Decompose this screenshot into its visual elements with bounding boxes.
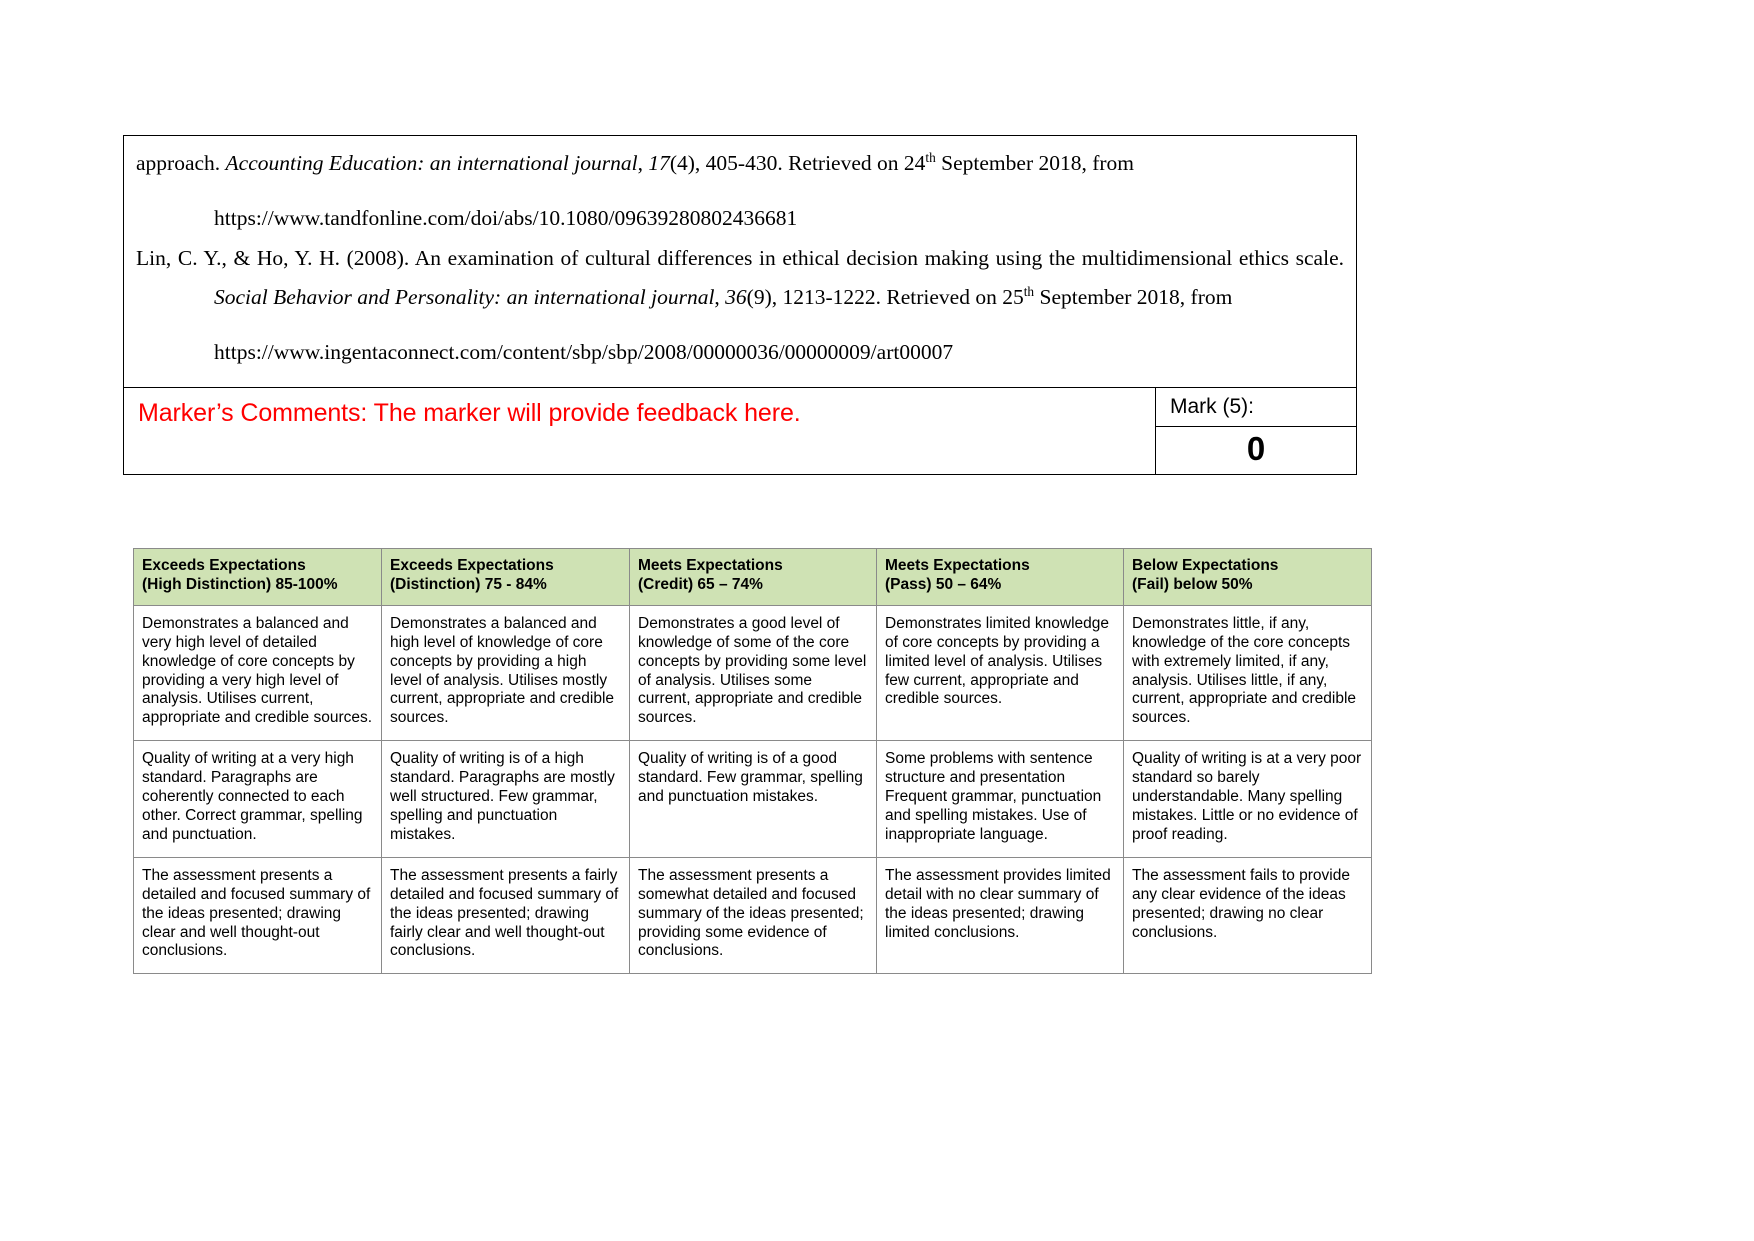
- marker-comments-row: Marker’s Comments: The marker will provi…: [124, 387, 1356, 475]
- reference-1-text: approach. Accounting Education: an inter…: [136, 149, 1135, 175]
- rubric-header-line1: Meets Expectations: [638, 557, 783, 574]
- table-row: Quality of writing at a very high standa…: [133, 740, 1372, 858]
- mark-label: Mark (5):: [1156, 388, 1356, 428]
- rubric-cell: Demonstrates little, if any, knowledge o…: [1123, 604, 1372, 742]
- rubric-header-line1: Exceeds Expectations: [390, 557, 554, 574]
- rubric-header: Exceeds Expectations (High Distinction) …: [133, 548, 1372, 606]
- rubric-header-line2: (Distinction) 75 - 84%: [390, 575, 547, 593]
- rubric-cell: The assessment fails to provide any clea…: [1123, 856, 1372, 975]
- rubric-header-fail: Below Expectations (Fail) below 50%: [1123, 548, 1372, 606]
- rubric-cell: Quality of writing at a very high standa…: [133, 740, 382, 858]
- rubric-cell: Demonstrates a balanced and very high le…: [133, 604, 382, 742]
- volume-italic: 17: [648, 151, 670, 175]
- reference-entry-1: approach. Accounting Education: an inter…: [136, 144, 1344, 183]
- rubric-header-row: Exceeds Expectations (High Distinction) …: [133, 548, 1372, 606]
- reference-2-url[interactable]: https://www.ingentaconnect.com/content/s…: [136, 333, 1344, 372]
- rubric-header-distinction: Exceeds Expectations (Distinction) 75 - …: [381, 548, 630, 606]
- grading-rubric-table: Exceeds Expectations (High Distinction) …: [133, 548, 1372, 975]
- journal-title-italic-2: Social Behavior and Personality: an inte…: [214, 285, 715, 310]
- volume-italic-2: 36: [725, 285, 747, 310]
- table-row: The assessment presents a detailed and f…: [133, 856, 1372, 975]
- mark-value[interactable]: 0: [1156, 427, 1356, 474]
- reference-1-url[interactable]: https://www.tandfonline.com/doi/abs/10.1…: [136, 199, 1344, 238]
- rubric-cell: Some problems with sentence structure an…: [876, 740, 1124, 858]
- reference-and-marker-box: approach. Accounting Education: an inter…: [123, 135, 1357, 476]
- rubric-header-line2: (Credit) 65 – 74%: [638, 575, 763, 593]
- ordinal-suffix-2: th: [1023, 283, 1035, 299]
- rubric-cell: The assessment presents a detailed and f…: [133, 856, 382, 975]
- ordinal-suffix: th: [925, 149, 936, 165]
- rubric-cell: Demonstrates a good level of knowledge o…: [629, 604, 877, 742]
- rubric-header-credit: Meets Expectations (Credit) 65 – 74%: [629, 548, 877, 606]
- rubric-header-pass: Meets Expectations (Pass) 50 – 64%: [876, 548, 1124, 606]
- journal-title-italic: Accounting Education: an international j…: [225, 151, 638, 175]
- rubric-header-line1: Exceeds Expectations: [142, 557, 306, 574]
- rubric-cell: Demonstrates a balanced and high level o…: [381, 604, 630, 742]
- reference-2-text: Lin, C. Y., & Ho, Y. H. (2008). An exami…: [136, 246, 1344, 310]
- rubric-header-line2: (Fail) below 50%: [1132, 575, 1253, 593]
- marker-comments-text: Marker’s Comments: The marker will provi…: [138, 399, 801, 428]
- rubric-body: Demonstrates a balanced and very high le…: [133, 604, 1372, 975]
- mark-column: Mark (5): 0: [1156, 388, 1356, 474]
- rubric-cell: Quality of writing is of a high standard…: [381, 740, 630, 858]
- rubric-cell: The assessment provides limited detail w…: [876, 856, 1124, 975]
- marker-comments-cell[interactable]: Marker’s Comments: The marker will provi…: [124, 388, 1156, 475]
- rubric-header-line2: (High Distinction) 85-100%: [142, 575, 338, 593]
- rubric-cell: Quality of writing is at a very poor sta…: [1123, 740, 1372, 858]
- rubric-cell: Demonstrates limited knowledge of core c…: [876, 604, 1124, 742]
- table-row: Demonstrates a balanced and very high le…: [133, 604, 1372, 742]
- rubric-header-line1: Below Expectations: [1132, 557, 1279, 574]
- rubric-cell: The assessment presents a somewhat detai…: [629, 856, 877, 975]
- references-area: approach. Accounting Education: an inter…: [124, 136, 1356, 387]
- reference-entry-2: Lin, C. Y., & Ho, Y. H. (2008). An exami…: [136, 239, 1344, 316]
- rubric-header-line1: Meets Expectations: [885, 557, 1030, 574]
- rubric-header-high-distinction: Exceeds Expectations (High Distinction) …: [133, 548, 382, 606]
- rubric-cell: Quality of writing is of a good standard…: [629, 740, 877, 858]
- rubric-cell: The assessment presents a fairly detaile…: [381, 856, 630, 975]
- rubric-header-line2: (Pass) 50 – 64%: [885, 575, 1002, 593]
